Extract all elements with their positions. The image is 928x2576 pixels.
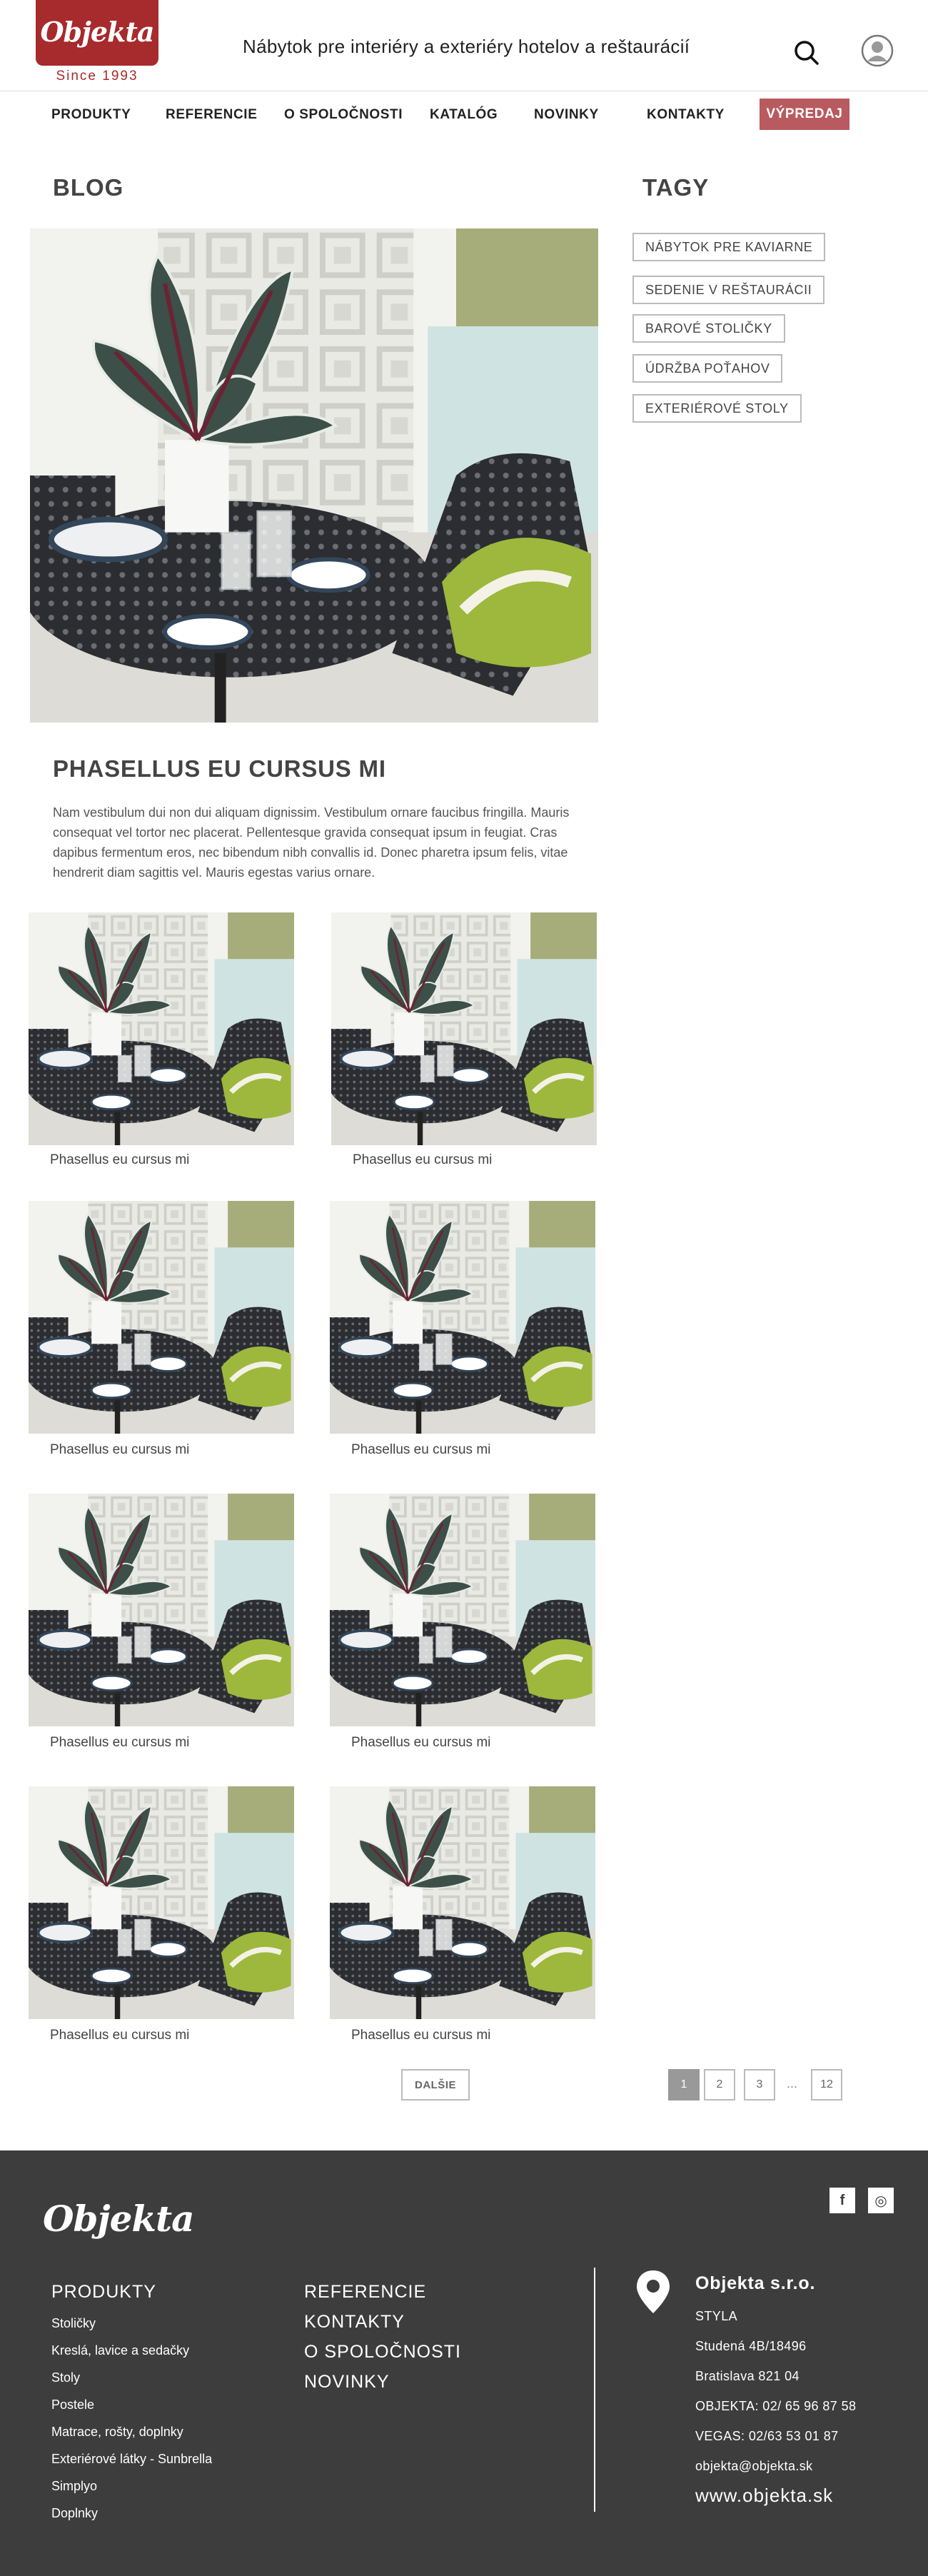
footer-divider [594, 2268, 595, 2512]
header-tagline: Nábytok pre interiéry a exteriéry hotelo… [243, 36, 690, 57]
nav-katalog[interactable]: KATALÓG [430, 107, 498, 123]
phone-objekta[interactable]: OBJEKTA: 02/ 65 96 87 58 [695, 2399, 856, 2414]
footer-link[interactable]: Matrace, rošty, doplnky [51, 2425, 183, 2440]
facebook-icon[interactable]: f [829, 2188, 855, 2213]
featured-post-title[interactable]: PHASELLUS EU CURSUS MI [53, 755, 386, 783]
post-thumb-caption[interactable]: Phasellus eu cursus mi [351, 1442, 490, 1458]
tag-item[interactable]: EXTERIÉROVÉ STOLY [632, 394, 802, 423]
email-link[interactable]: objekta@objekta.sk [695, 2459, 813, 2474]
post-thumb-caption[interactable]: Phasellus eu cursus mi [50, 1735, 189, 1751]
footer-link[interactable]: Kreslá, lavice a sedačky [51, 2343, 189, 2358]
post-thumb-caption[interactable]: Phasellus eu cursus mi [353, 1152, 492, 1168]
post-thumb-image[interactable] [29, 1494, 294, 1726]
featured-post-image[interactable] [30, 228, 598, 723]
post-thumb-image[interactable] [29, 912, 294, 1145]
company-address: Studená 4B/18496 [695, 2339, 807, 2353]
website-link[interactable]: www.objekta.sk [695, 2485, 833, 2507]
logo[interactable]: Objekta [36, 0, 158, 66]
nav-produkty[interactable]: PRODUKTY [51, 107, 131, 123]
post-thumb-image[interactable] [29, 1201, 294, 1434]
tag-item[interactable]: NÁBYTOK PRE KAVIARNE [632, 233, 826, 261]
nav-vypredaj-button[interactable]: VÝPREDAJ [760, 99, 849, 130]
logo-since: Since 1993 [56, 69, 138, 84]
tag-item[interactable]: SEDENIE V REŠTAURÁCII [632, 276, 825, 304]
main-nav: PRODUKTY REFERENCIE O SPOLOČNOSTI KATALÓ… [0, 91, 928, 136]
footer-link[interactable]: Stoly [51, 2370, 80, 2385]
footer-link[interactable]: Postele [51, 2398, 94, 2413]
post-thumb-image[interactable] [330, 1786, 595, 2019]
post-thumb-image[interactable] [330, 1494, 595, 1726]
footer-referencie-link[interactable]: REFERENCIE [304, 2282, 426, 2303]
location-pin-icon [637, 2270, 670, 2313]
page-1-button[interactable]: 1 [668, 2069, 700, 2100]
site-footer: Objekta f ◎ PRODUKTY Stoličky Kreslá, la… [0, 2150, 928, 2576]
tag-item[interactable]: ÚDRŽBA POŤAHOV [632, 354, 783, 383]
company-name: Objekta s.r.o. [695, 2273, 816, 2293]
post-thumb-caption[interactable]: Phasellus eu cursus mi [50, 1442, 189, 1458]
search-icon[interactable] [794, 40, 819, 66]
company-city: Bratislava 821 04 [695, 2369, 800, 2383]
footer-link[interactable]: Exteriérové látky - Sunbrella [51, 2452, 212, 2467]
footer-link[interactable]: Simplyo [51, 2479, 97, 2494]
pagination-ellipsis: ... [787, 2076, 798, 2091]
footer-link[interactable]: Stoličky [51, 2316, 96, 2331]
post-thumb-caption[interactable]: Phasellus eu cursus mi [50, 1152, 189, 1168]
nav-kontakty[interactable]: KONTAKTY [647, 107, 725, 123]
logo-text: Objekta [40, 16, 154, 48]
tag-item[interactable]: BAROVÉ STOLIČKY [632, 314, 785, 343]
post-thumb-image[interactable] [29, 1786, 294, 2019]
nav-novinky[interactable]: NOVINKY [534, 107, 599, 123]
footer-novinky-link[interactable]: NOVINKY [304, 2372, 390, 2393]
user-icon[interactable] [861, 34, 894, 67]
nav-o-spolocnosti[interactable]: O SPOLOČNOSTI [284, 107, 403, 123]
page-3-button[interactable]: 3 [744, 2069, 775, 2100]
nav-referencie[interactable]: REFERENCIE [166, 107, 257, 123]
footer-o-spolocnosti-link[interactable]: O SPOLOČNOSTI [304, 2342, 461, 2363]
post-thumb-image[interactable] [330, 1201, 595, 1434]
footer-kontakty-link[interactable]: KONTAKTY [304, 2312, 405, 2333]
footer-link[interactable]: Doplnky [51, 2506, 98, 2521]
next-page-button[interactable]: DALŠIE [401, 2069, 470, 2100]
phone-vegas[interactable]: VEGAS: 02/63 53 01 87 [695, 2429, 839, 2444]
footer-logo[interactable]: Objekta [43, 2198, 195, 2240]
blog-heading: BLOG [53, 174, 124, 201]
post-thumb-caption[interactable]: Phasellus eu cursus mi [50, 2028, 189, 2043]
site-header: Objekta Since 1993 Nábytok pre interiéry… [0, 0, 928, 130]
company-info: STYLA [695, 2309, 738, 2323]
featured-post-excerpt: Nam vestibulum dui non dui aliquam digni… [53, 805, 570, 880]
post-thumb-caption[interactable]: Phasellus eu cursus mi [351, 1735, 490, 1751]
page-last-button[interactable]: 12 [811, 2069, 842, 2100]
tags-heading: TAGY [642, 174, 710, 201]
instagram-icon[interactable]: ◎ [868, 2188, 894, 2213]
post-thumb-image[interactable] [331, 912, 597, 1145]
page-2-button[interactable]: 2 [704, 2069, 735, 2100]
footer-produkty-heading[interactable]: PRODUKTY [51, 2282, 156, 2303]
post-thumb-caption[interactable]: Phasellus eu cursus mi [351, 2028, 490, 2043]
